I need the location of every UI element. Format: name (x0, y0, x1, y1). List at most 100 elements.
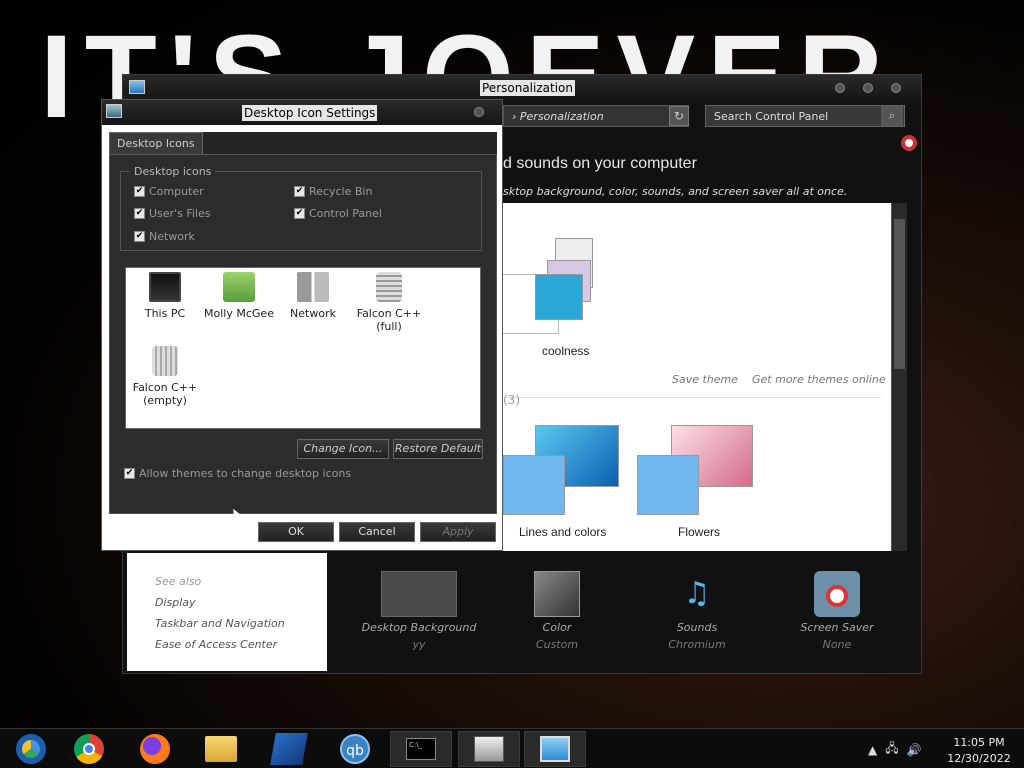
monitor-icon (149, 272, 181, 302)
page-heading: d sounds on your computer (503, 155, 697, 172)
chrome-logo (74, 734, 104, 764)
control-panel-checkbox-row[interactable]: ✔ Control Panel (294, 207, 382, 220)
see-also-panel: See also Display Taskbar and Navigation … (127, 553, 327, 671)
qb-logo: qb (340, 734, 370, 764)
list-item-network[interactable]: Network (274, 272, 352, 320)
no-entry-icon (826, 585, 848, 607)
save-theme-link[interactable]: Save theme (672, 373, 738, 386)
allow-themes-row[interactable]: ✔ Allow themes to change desktop icons (124, 467, 351, 480)
page-subheading: sktop background, color, sounds, and scr… (503, 185, 848, 198)
color-value: Custom (535, 638, 579, 651)
close-button[interactable] (891, 83, 901, 93)
color-swatch-icon (534, 571, 580, 617)
list-item-this-pc[interactable]: This PC (126, 272, 204, 320)
theme-thumbnail-lines-and-colors[interactable] (503, 455, 565, 515)
change-icon-button[interactable]: Change Icon... (297, 439, 389, 459)
see-also-display[interactable]: Display (155, 596, 196, 609)
desktop-background-button[interactable]: Desktop Background yy (359, 565, 479, 651)
dialog-title: Desktop Icon Settings (242, 105, 378, 121)
cancel-button[interactable]: Cancel (339, 522, 415, 542)
computer-checkbox[interactable]: ✔ (134, 186, 145, 197)
maximize-button[interactable] (863, 83, 873, 93)
list-item-molly-mcgee[interactable]: Molly McGee (200, 272, 278, 320)
control-panel-logo (474, 736, 504, 762)
dialog-close-button[interactable] (474, 107, 484, 117)
allow-themes-checkbox[interactable]: ✔ (124, 468, 135, 479)
file-explorer-icon[interactable] (190, 731, 252, 767)
tray-expand-icon[interactable]: ▲ (868, 743, 877, 757)
cmd-logo: C:\_ (406, 738, 436, 760)
network-label: Network (149, 230, 195, 243)
address-bar[interactable]: › Personalization (503, 105, 689, 127)
network-checkbox-row[interactable]: ✔ Network (134, 230, 195, 243)
personalization-logo (540, 736, 570, 762)
minimize-button[interactable] (835, 83, 845, 93)
recycle-bin-checkbox[interactable]: ✔ (294, 186, 305, 197)
dialog-app-icon (106, 104, 122, 118)
color-button[interactable]: Color Custom (497, 565, 617, 651)
ok-button[interactable]: OK (258, 522, 334, 542)
installed-themes-count: (3) (503, 393, 520, 407)
recycle-bin-checkbox-row[interactable]: ✔ Recycle Bin (294, 185, 372, 198)
sounds-label: Sounds (676, 621, 718, 634)
firefox-logo (140, 734, 170, 764)
chromium-icon[interactable] (0, 731, 62, 767)
apply-button[interactable]: Apply (420, 522, 496, 542)
personalization-titlebar[interactable]: Personalization (123, 75, 921, 101)
computer-checkbox-row[interactable]: ✔ Computer (134, 185, 204, 198)
control-panel-checkbox[interactable]: ✔ (294, 208, 305, 219)
scroll-thumb[interactable] (894, 219, 905, 369)
qbittorrent-icon[interactable]: qb (324, 731, 386, 767)
network-checkbox[interactable]: ✔ (134, 231, 145, 242)
tab-panel: Desktop icons ✔ Computer ✔ Recycle Bin ✔ Us… (109, 154, 497, 514)
users-files-checkbox-row[interactable]: ✔ User's Files (134, 207, 210, 220)
icon-label: Falcon C++ (empty) (132, 381, 198, 408)
theme-name-coolness[interactable]: coolness (542, 344, 589, 358)
screen-saver-button[interactable]: Screen Saver None (777, 565, 897, 651)
screen-saver-icon (814, 571, 860, 617)
recycle-bin-full-icon (376, 272, 402, 302)
allow-themes-label: Allow themes to change desktop icons (139, 467, 352, 480)
control-panel-icon (129, 80, 145, 94)
restore-default-button[interactable]: Restore Default (393, 439, 483, 459)
icon-label: This PC (144, 307, 186, 320)
section-divider (505, 397, 881, 398)
refresh-icon[interactable]: ↻ (669, 106, 689, 126)
chrome-icon[interactable] (58, 731, 120, 767)
users-files-checkbox[interactable]: ✔ (134, 208, 145, 219)
firefox-icon[interactable] (124, 731, 186, 767)
terminal-icon[interactable]: C:\_ (390, 731, 452, 767)
recycle-bin-label: Recycle Bin (309, 185, 373, 198)
help-icon[interactable] (901, 135, 917, 151)
dialog-button-row: OK Cancel Apply (102, 514, 502, 550)
dialog-titlebar[interactable]: Desktop Icon Settings (102, 100, 502, 125)
theme-thumbnail-flowers[interactable] (637, 455, 699, 515)
theme-card (535, 274, 583, 320)
list-item-falcon-full[interactable]: Falcon C++ (full) (350, 272, 428, 333)
see-also-ease-of-access[interactable]: Ease of Access Center (155, 638, 277, 651)
network-icon (297, 272, 329, 302)
theme-thumbnail-coolness[interactable] (499, 238, 613, 334)
search-input[interactable]: Search Control Panel (705, 105, 905, 127)
kdenlive-icon[interactable] (258, 731, 320, 767)
icon-list: This PC Molly McGee Network Falcon C++ (… (125, 267, 481, 429)
get-more-themes-link[interactable]: Get more themes online (752, 373, 886, 386)
tab-desktop-icons[interactable]: Desktop Icons (109, 132, 203, 154)
clock[interactable]: 11:05 PM 12/30/2022 (944, 735, 1014, 767)
list-item-falcon-empty[interactable]: Falcon C++ (empty) (126, 346, 204, 407)
sounds-button[interactable]: ♫ Sounds Chromium (637, 565, 757, 651)
control-panel-icon[interactable] (458, 731, 520, 767)
personalization-icon[interactable] (524, 731, 586, 767)
volume-icon[interactable]: 🔊 (907, 743, 922, 757)
taskbar: qb C:\_ ▲ 🖧 🔊 11:05 PM 12/30/2022 (0, 728, 1024, 768)
users-files-label: User's Files (149, 207, 211, 220)
dialog-body: Desktop Icons Desktop icons ✔ Computer ✔ R… (109, 132, 497, 514)
clock-date: 12/30/2022 (947, 752, 1011, 765)
search-icon[interactable]: ⌕ (881, 106, 903, 126)
user-folder-icon (223, 272, 255, 302)
network-tray-icon[interactable]: 🖧 (885, 739, 898, 760)
theme-name-flowers[interactable]: Flowers (678, 525, 720, 539)
theme-name-lines-and-colors[interactable]: Lines and colors (519, 525, 606, 539)
theme-scrollbar[interactable] (891, 203, 907, 551)
see-also-taskbar[interactable]: Taskbar and Navigation (155, 617, 285, 630)
